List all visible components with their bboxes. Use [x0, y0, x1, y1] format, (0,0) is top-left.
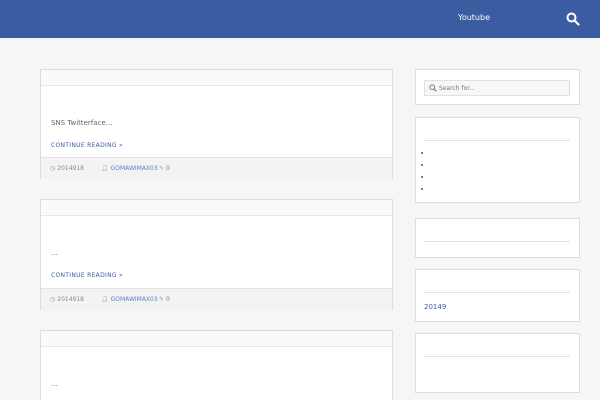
user-icon: 👤︎: [101, 165, 109, 172]
post-card: SNS Twitterface… CONTINUE READING » ◷ 201…: [40, 69, 393, 179]
post-category-bar: [41, 70, 392, 86]
continue-reading-link[interactable]: CONTINUE READING »: [51, 142, 123, 149]
site-header: Youtube: [0, 0, 600, 38]
post-category-bar: [41, 331, 392, 347]
post-excerpt: …: [51, 380, 58, 388]
post-excerpt: SNS Twitterface…: [51, 119, 113, 127]
post-comments[interactable]: ✎ 0: [159, 296, 170, 303]
divider: [424, 356, 570, 357]
recent-posts-widget: [415, 117, 580, 203]
post-card: … CONTINUE READING » ◷ 2014918 👤︎ GOMAWIMA…: [40, 199, 393, 310]
archive-link[interactable]: 20149: [424, 303, 446, 311]
comment-icon: ✎: [159, 165, 165, 172]
search-icon: [429, 84, 437, 92]
search-input[interactable]: [439, 82, 567, 94]
user-icon: 👤︎: [101, 296, 109, 303]
search-icon[interactable]: [566, 11, 580, 26]
post-meta: ◷ 2014918 👤︎ GOMAWIMAX03 ✎ 0: [41, 157, 392, 179]
post-category-bar: [41, 200, 392, 216]
divider: [424, 140, 570, 141]
post-date: ◷ 2014918: [50, 296, 84, 303]
post-excerpt: …: [51, 249, 58, 257]
recent-comments-widget: [415, 218, 580, 258]
comment-icon: ✎: [159, 296, 165, 303]
post-author[interactable]: 👤︎ GOMAWIMAX03: [101, 296, 158, 303]
post-meta: ◷ 2014918 👤︎ GOMAWIMAX03 ✎ 0: [41, 288, 392, 310]
post-comments[interactable]: ✎ 0: [159, 165, 170, 172]
divider: [424, 292, 570, 293]
post-card: …: [40, 330, 393, 400]
categories-widget: [415, 333, 580, 393]
clock-icon: ◷: [50, 296, 56, 303]
search-widget: [415, 69, 580, 105]
post-author[interactable]: 👤︎ GOMAWIMAX03: [101, 165, 158, 172]
divider: [424, 241, 570, 242]
clock-icon: ◷: [50, 165, 56, 172]
nav-link-youtube[interactable]: Youtube: [458, 13, 490, 22]
continue-reading-link[interactable]: CONTINUE READING »: [51, 272, 123, 279]
search-box[interactable]: [424, 80, 570, 96]
post-date: ◷ 2014918: [50, 165, 84, 172]
archive-widget: 20149: [415, 269, 580, 322]
